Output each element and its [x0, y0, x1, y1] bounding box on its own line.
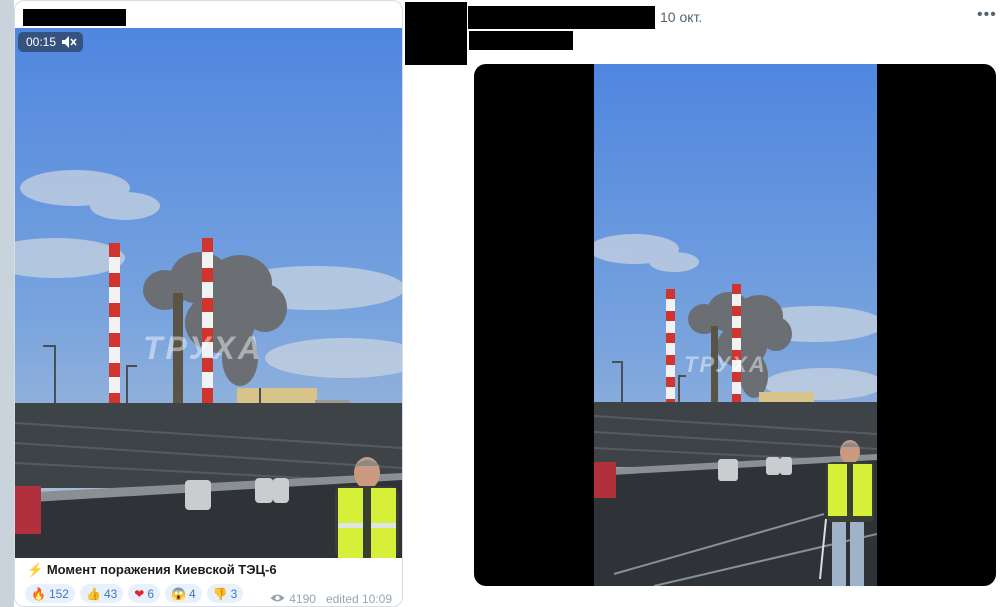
edited-time: edited 10:09	[325, 592, 392, 606]
post-meta: 4190 edited 10:09	[270, 592, 392, 606]
redacted-channel-name	[23, 9, 126, 26]
red-barrier	[15, 486, 41, 534]
post-caption-text: Момент поражения Киевской ТЭЦ-6	[46, 562, 277, 577]
scream-icon: 😱	[171, 586, 186, 601]
video-timer: 00:15	[18, 32, 84, 52]
redacted-display-name	[468, 6, 655, 29]
speaker-muted-icon[interactable]	[61, 35, 77, 49]
chimney-right	[202, 238, 213, 413]
post-caption: ⚡ Момент поражения Киевской ТЭЦ-6	[27, 562, 277, 578]
reaction-count: 152	[48, 586, 69, 601]
barrier-wall	[15, 403, 402, 488]
reaction-count: 3	[230, 586, 238, 601]
thumbs-up-icon: 👍	[85, 586, 101, 601]
lightning-icon: ⚡	[27, 562, 44, 577]
tweet-video-frame: ТРУХА	[594, 64, 877, 586]
chimney-left	[109, 243, 120, 413]
reaction-thumbs-up[interactable]: 👍 43	[79, 584, 124, 603]
video-frame-scene	[594, 64, 877, 586]
reaction-count: 6	[147, 586, 155, 601]
reaction-heart[interactable]: ❤ 6	[128, 584, 161, 603]
red-barrier	[594, 462, 616, 498]
tweet-video[interactable]: ТРУХА	[474, 64, 996, 586]
video-watermark: ТРУХА	[143, 330, 264, 366]
more-icon[interactable]: •••	[977, 6, 997, 24]
post-video[interactable]: 00:15 ТРУХА	[15, 28, 402, 558]
reaction-count: 4	[189, 586, 196, 601]
telegram-post: 00:15 ТРУХА ⚡ Момент поражения Киевской …	[14, 0, 403, 607]
reaction-thumbs-down[interactable]: 👎 3	[206, 584, 244, 603]
window-frame	[0, 0, 14, 607]
thumbs-down-icon: 👎	[212, 586, 228, 601]
reaction-count: 43	[103, 586, 118, 601]
redacted-handle	[469, 31, 573, 50]
redacted-avatar	[405, 2, 467, 65]
reactions-bar: 🔥 152 👍 43 ❤ 6 😱 4 👎 3	[25, 584, 244, 603]
video-watermark: ТРУХА	[684, 352, 767, 377]
chimney-left	[666, 289, 675, 411]
view-count: 4190	[289, 592, 316, 606]
reaction-scream[interactable]: 😱 4	[165, 584, 202, 603]
heart-icon: ❤	[134, 586, 145, 601]
eye-icon	[270, 592, 285, 606]
tweet-date[interactable]: 10 окт.	[660, 9, 702, 25]
fire-icon: 🔥	[31, 586, 46, 601]
reaction-fire[interactable]: 🔥 152	[25, 584, 75, 603]
chimney-right	[732, 284, 741, 411]
video-frame-scene	[15, 28, 402, 558]
video-duration: 00:15	[26, 35, 57, 49]
